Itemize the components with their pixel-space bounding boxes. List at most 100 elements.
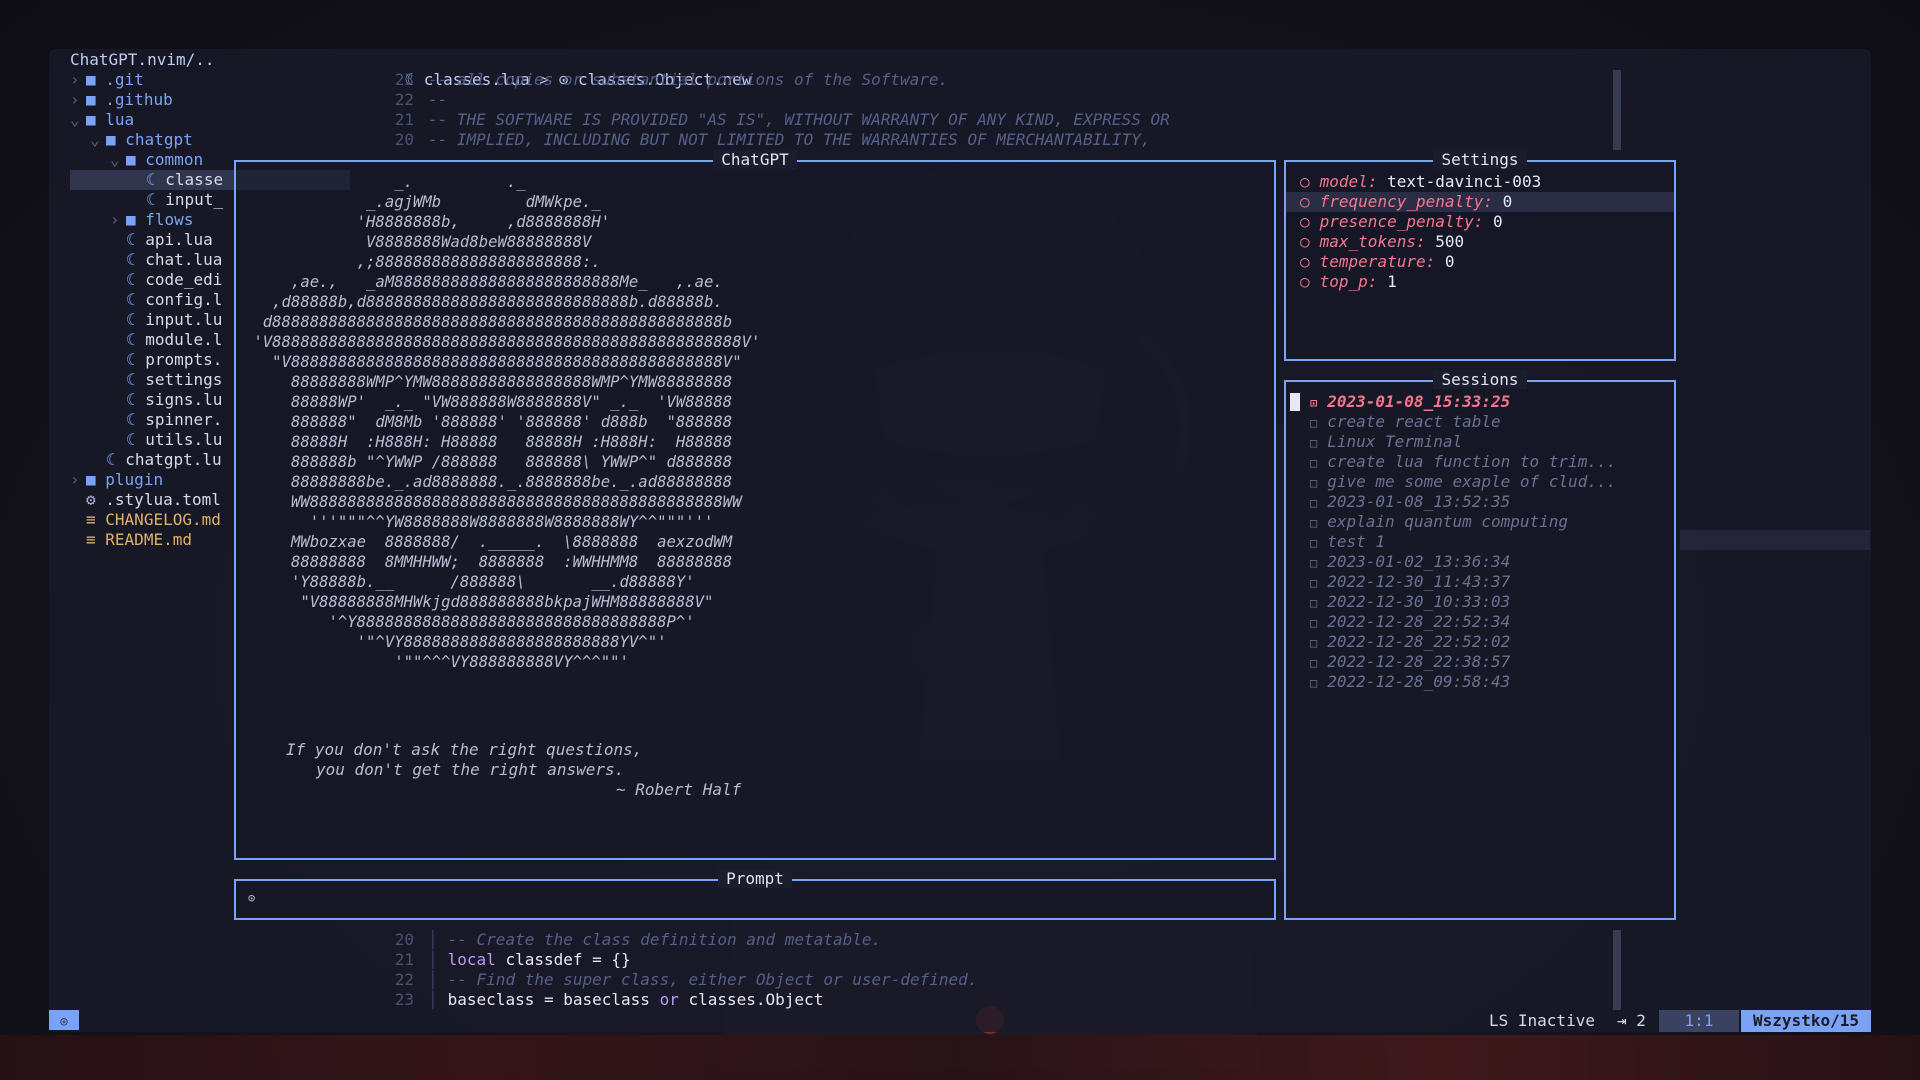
lua-file-icon: ☾ xyxy=(126,350,136,369)
session-item[interactable]: □ create lua function to trim... xyxy=(1286,452,1674,472)
session-icon: □ xyxy=(1310,676,1318,690)
scrollbar-bottom[interactable] xyxy=(1613,930,1621,1010)
session-label: 2022-12-28_22:52:02 xyxy=(1327,632,1511,651)
session-item[interactable]: □ 2022-12-28_22:38:57 xyxy=(1286,652,1674,672)
setting-item[interactable]: ○ model: text-davinci-003 xyxy=(1286,172,1674,192)
setting-item[interactable]: ○ top_p: 1 xyxy=(1286,272,1674,292)
line-number: 23 xyxy=(394,70,414,89)
code-line[interactable]: 21 -- THE SOFTWARE IS PROVIDED "AS IS", W… xyxy=(366,110,1626,130)
session-item[interactable]: □ 2022-12-28_09:58:43 xyxy=(1286,672,1674,692)
code-line[interactable]: 22 │ -- Find the super class, either Objec… xyxy=(366,970,978,990)
session-item[interactable]: □ Linux Terminal xyxy=(1286,432,1674,452)
scrollbar-right[interactable] xyxy=(1680,530,1870,550)
setting-key: frequency_penalty: xyxy=(1319,192,1494,211)
session-label: create react table xyxy=(1327,412,1501,431)
lua-file-icon: ☾ xyxy=(126,290,136,309)
tree-item[interactable]: ⌄ ■ chatgpt xyxy=(70,130,350,150)
folder-icon: ■ xyxy=(86,110,96,129)
line-number: 22 xyxy=(394,90,414,109)
session-item[interactable]: □ test 1 xyxy=(1286,532,1674,552)
session-active-icon: ⊡ xyxy=(1310,396,1318,410)
tree-item-label: classe xyxy=(165,170,224,189)
setting-value[interactable]: 500 xyxy=(1435,232,1464,251)
tree-item-label: README.md xyxy=(105,530,192,549)
lua-file-icon: ☾ xyxy=(126,370,136,389)
circle-icon: ○ xyxy=(1300,232,1310,251)
session-label: 2023-01-08_13:52:35 xyxy=(1327,492,1511,511)
code-top[interactable]: ☾ classes.lua > ⊙ classes.Object.new 23-… xyxy=(366,50,1626,150)
indent-guide: │ xyxy=(428,930,438,949)
chevron-icon[interactable]: › xyxy=(110,210,126,230)
tree-item-label: spinner. xyxy=(145,410,223,429)
tree-item[interactable]: › ■ .github xyxy=(70,90,350,110)
code-token: classes.Object xyxy=(678,990,824,1009)
chevron-icon[interactable]: › xyxy=(70,470,86,490)
setting-value[interactable]: 1 xyxy=(1387,272,1397,291)
lua-file-icon: ☾ xyxy=(126,270,136,289)
setting-value[interactable]: 0 xyxy=(1493,212,1503,231)
session-item[interactable]: □ 2023-01-02_13:36:34 xyxy=(1286,552,1674,572)
setting-item[interactable]: ○ max_tokens: 500 xyxy=(1286,232,1674,252)
comment-text: -- IMPLIED, INCLUDING BUT NOT LIMITED TO… xyxy=(428,130,1151,149)
session-label: test 1 xyxy=(1327,532,1386,551)
tree-item-label: chatgpt xyxy=(125,130,193,149)
code-line[interactable]: 20 -- IMPLIED, INCLUDING BUT NOT LIMITED … xyxy=(366,130,1626,150)
tree-item-label: .stylua.toml xyxy=(105,490,221,509)
tree-item-label: lua xyxy=(105,110,135,129)
chevron-icon[interactable]: ⌄ xyxy=(70,110,86,130)
code-line[interactable]: 23 │ baseclass = baseclass or classes.Obje… xyxy=(366,990,977,1010)
setting-item[interactable]: ○ presence_penalty: 0 xyxy=(1286,212,1674,232)
tree-item-label: signs.lu xyxy=(145,390,223,409)
chevron-icon[interactable]: ⌄ xyxy=(90,130,106,150)
session-icon: □ xyxy=(1310,536,1318,550)
circle-icon: ○ xyxy=(1300,272,1310,291)
lua-file-icon: ☾ xyxy=(146,170,156,189)
code-bottom[interactable]: 20 │ -- Create the class definition and me… xyxy=(366,930,978,1010)
code-line[interactable]: 20 │ -- Create the class definition and me… xyxy=(366,930,977,950)
lua-file-icon: ☾ xyxy=(126,330,136,349)
setting-item[interactable]: ○ temperature: 0 xyxy=(1286,252,1674,272)
folder-icon: ■ xyxy=(106,130,116,149)
code-line[interactable]: 23 -- all copies or substantial portions … xyxy=(366,70,1626,90)
session-item[interactable]: □ 2022-12-30_10:33:03 xyxy=(1286,592,1674,612)
tree-item[interactable]: ⌄ ■ lua xyxy=(70,110,350,130)
chevron-icon[interactable]: › xyxy=(70,70,86,90)
setting-value[interactable]: 0 xyxy=(1503,192,1513,211)
prompt-window-title-bar: Prompt xyxy=(236,869,1274,889)
sessions-window-title: Sessions xyxy=(1433,370,1527,389)
scrollbar-top[interactable] xyxy=(1613,70,1621,150)
session-item[interactable]: □ explain quantum computing xyxy=(1286,512,1674,532)
chatgpt-window-title-bar: ChatGPT xyxy=(236,150,1274,170)
lua-file-icon: ☾ xyxy=(126,250,136,269)
code-line[interactable]: 22 -- xyxy=(366,90,1626,110)
session-label: 2023-01-08_15:33:25 xyxy=(1327,392,1511,411)
folder-icon: ■ xyxy=(86,70,96,89)
session-item[interactable]: □ 2022-12-28_22:52:34 xyxy=(1286,612,1674,632)
tree-item-label: settings xyxy=(145,370,223,389)
line-number: 23 xyxy=(394,990,414,1009)
session-icon: □ xyxy=(1310,456,1318,470)
session-item[interactable]: □ create react table xyxy=(1286,412,1674,432)
code-token: or xyxy=(659,990,679,1009)
setting-key: max_tokens: xyxy=(1319,232,1426,251)
session-label: 2023-01-02_13:36:34 xyxy=(1327,552,1511,571)
session-item[interactable]: □ 2022-12-28_22:52:02 xyxy=(1286,632,1674,652)
prompt-icon: ⊙ xyxy=(248,891,256,905)
session-label: 2022-12-28_09:58:43 xyxy=(1327,672,1511,691)
code-line[interactable]: 21 │ local classdef = {} xyxy=(366,950,977,970)
lua-file-icon: ☾ xyxy=(126,390,136,409)
tree-root[interactable]: ChatGPT.nvim/.. xyxy=(70,50,350,70)
session-item[interactable]: □ give me some exaple of clud... xyxy=(1286,472,1674,492)
session-item[interactable]: □ 2022-12-30_11:43:37 xyxy=(1286,572,1674,592)
chevron-icon[interactable]: ⌄ xyxy=(110,150,126,170)
setting-value[interactable]: text-davinci-003 xyxy=(1387,172,1541,191)
setting-item[interactable]: ○ frequency_penalty: 0 xyxy=(1286,192,1674,212)
prompt-window[interactable]: Prompt ⊙ xyxy=(234,869,1276,920)
tree-item[interactable]: › ■ .git xyxy=(70,70,350,90)
breadcrumb: ☾ classes.lua > ⊙ classes.Object.new xyxy=(366,50,1626,89)
session-item[interactable]: □ 2023-01-08_13:52:35 xyxy=(1286,492,1674,512)
setting-value[interactable]: 0 xyxy=(1445,252,1455,271)
markdown-icon: ≡ xyxy=(86,510,96,529)
chevron-icon[interactable]: › xyxy=(70,90,86,110)
session-item[interactable]: ⊡ 2023-01-08_15:33:25 xyxy=(1286,392,1674,412)
